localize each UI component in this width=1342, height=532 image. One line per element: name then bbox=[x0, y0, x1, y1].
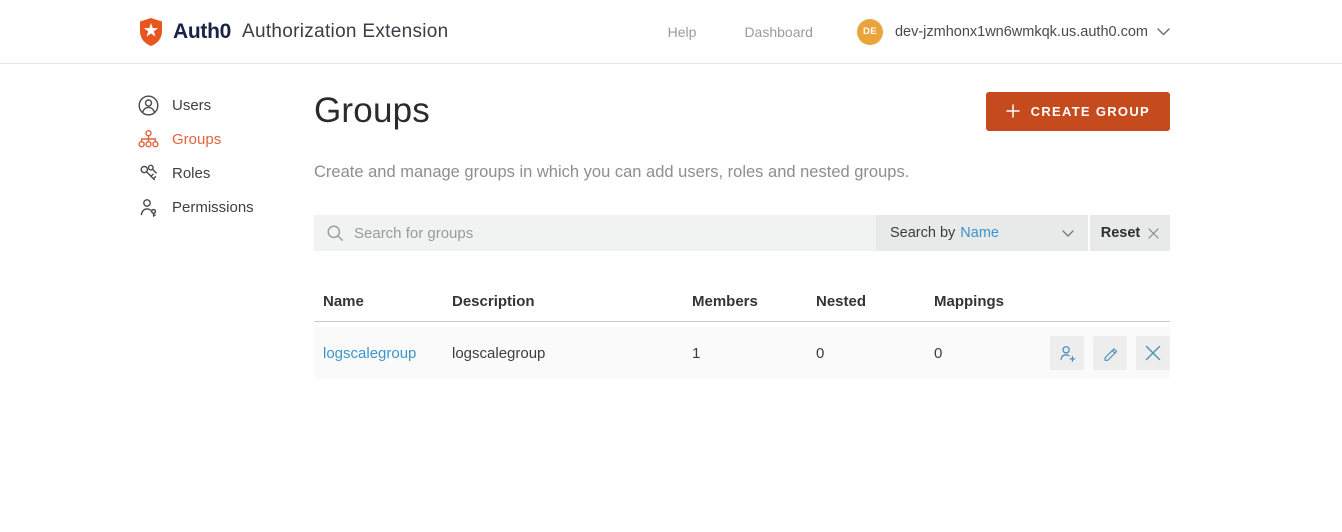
sidebar: Users Groups Roles Permissions bbox=[138, 64, 303, 231]
dashboard-link[interactable]: Dashboard bbox=[744, 24, 813, 40]
chevron-down-icon[interactable] bbox=[1157, 27, 1170, 36]
row-actions bbox=[1050, 336, 1170, 370]
sidebar-item-label: Permissions bbox=[172, 199, 254, 216]
create-group-button-label: CREATE GROUP bbox=[1030, 103, 1150, 119]
reset-button[interactable]: Reset bbox=[1090, 215, 1170, 251]
table-row: logscalegroup logscalegroup 1 0 0 bbox=[314, 327, 1170, 379]
delete-group-button[interactable] bbox=[1136, 336, 1170, 370]
sidebar-item-label: Users bbox=[172, 97, 212, 114]
create-group-button[interactable]: CREATE GROUP bbox=[985, 91, 1170, 131]
add-user-to-group-button[interactable] bbox=[1050, 336, 1084, 370]
user-circle-icon bbox=[138, 95, 159, 116]
group-nested-cell: 0 bbox=[816, 344, 825, 362]
page: Auth0 Authorization Extension Help Dashb… bbox=[0, 0, 1342, 532]
search-icon bbox=[326, 224, 344, 242]
close-icon bbox=[1148, 227, 1159, 239]
search-bar: Search by Name Reset bbox=[314, 215, 1170, 251]
page-description: Create and manage groups in which you ca… bbox=[314, 163, 910, 181]
table-header-row: Name Description Members Nested Mappings bbox=[314, 285, 1170, 322]
tenant-domain: dev-jzmhonx1wn6wmkqk.us.auth0.com bbox=[894, 23, 1148, 40]
search-by-dropdown[interactable]: Search by Name bbox=[876, 215, 1088, 251]
search-input[interactable] bbox=[354, 224, 876, 242]
edit-group-button[interactable] bbox=[1093, 336, 1127, 370]
app-title: Authorization Extension bbox=[242, 20, 449, 42]
user-key-icon bbox=[138, 197, 159, 218]
groups-table: Name Description Members Nested Mappings… bbox=[314, 285, 1170, 379]
search-by-label: Search by bbox=[890, 225, 956, 241]
column-header-mappings: Mappings bbox=[934, 293, 1004, 310]
search-input-wrap bbox=[314, 215, 876, 251]
avatar[interactable]: DE bbox=[856, 18, 883, 45]
sidebar-item-users[interactable]: Users bbox=[138, 95, 303, 116]
sidebar-item-roles[interactable]: Roles bbox=[138, 163, 303, 184]
pencil-icon bbox=[1101, 344, 1119, 362]
group-name-link[interactable]: logscalegroup bbox=[323, 345, 416, 362]
org-chart-icon bbox=[138, 129, 159, 150]
page-title: Groups bbox=[314, 91, 430, 130]
sidebar-item-groups[interactable]: Groups bbox=[138, 129, 303, 150]
brand-name: Auth0 bbox=[173, 19, 231, 43]
auth0-shield-icon bbox=[138, 17, 164, 46]
column-header-description: Description bbox=[452, 293, 535, 310]
plus-icon bbox=[1005, 104, 1020, 118]
keys-icon bbox=[138, 163, 159, 184]
user-add-icon bbox=[1057, 343, 1077, 363]
reset-button-label: Reset bbox=[1100, 225, 1141, 241]
title-row: Groups CREATE GROUP bbox=[314, 91, 1170, 131]
top-header: Auth0 Authorization Extension Help Dashb… bbox=[0, 0, 1342, 64]
help-link[interactable]: Help bbox=[668, 24, 697, 40]
sidebar-item-label: Groups bbox=[172, 131, 222, 148]
column-header-nested: Nested bbox=[816, 293, 867, 310]
close-icon bbox=[1145, 345, 1161, 361]
column-header-name: Name bbox=[323, 293, 364, 310]
column-header-members: Members bbox=[692, 293, 758, 310]
sidebar-item-permissions[interactable]: Permissions bbox=[138, 197, 303, 218]
group-description-cell: logscalegroup bbox=[452, 344, 546, 362]
sidebar-item-label: Roles bbox=[172, 165, 211, 182]
group-mappings-cell: 0 bbox=[934, 344, 943, 362]
main-content: Groups CREATE GROUP Create and manage gr… bbox=[314, 64, 1170, 379]
chevron-down-icon bbox=[1062, 229, 1074, 237]
group-members-cell: 1 bbox=[692, 344, 701, 362]
auth0-brand: Auth0 Authorization Extension bbox=[138, 17, 449, 46]
group-name-cell: logscalegroup bbox=[323, 345, 452, 362]
header-right: Help Dashboard DE dev-jzmhonx1wn6wmkqk.u… bbox=[668, 18, 1170, 45]
search-by-value: Name bbox=[960, 225, 999, 241]
